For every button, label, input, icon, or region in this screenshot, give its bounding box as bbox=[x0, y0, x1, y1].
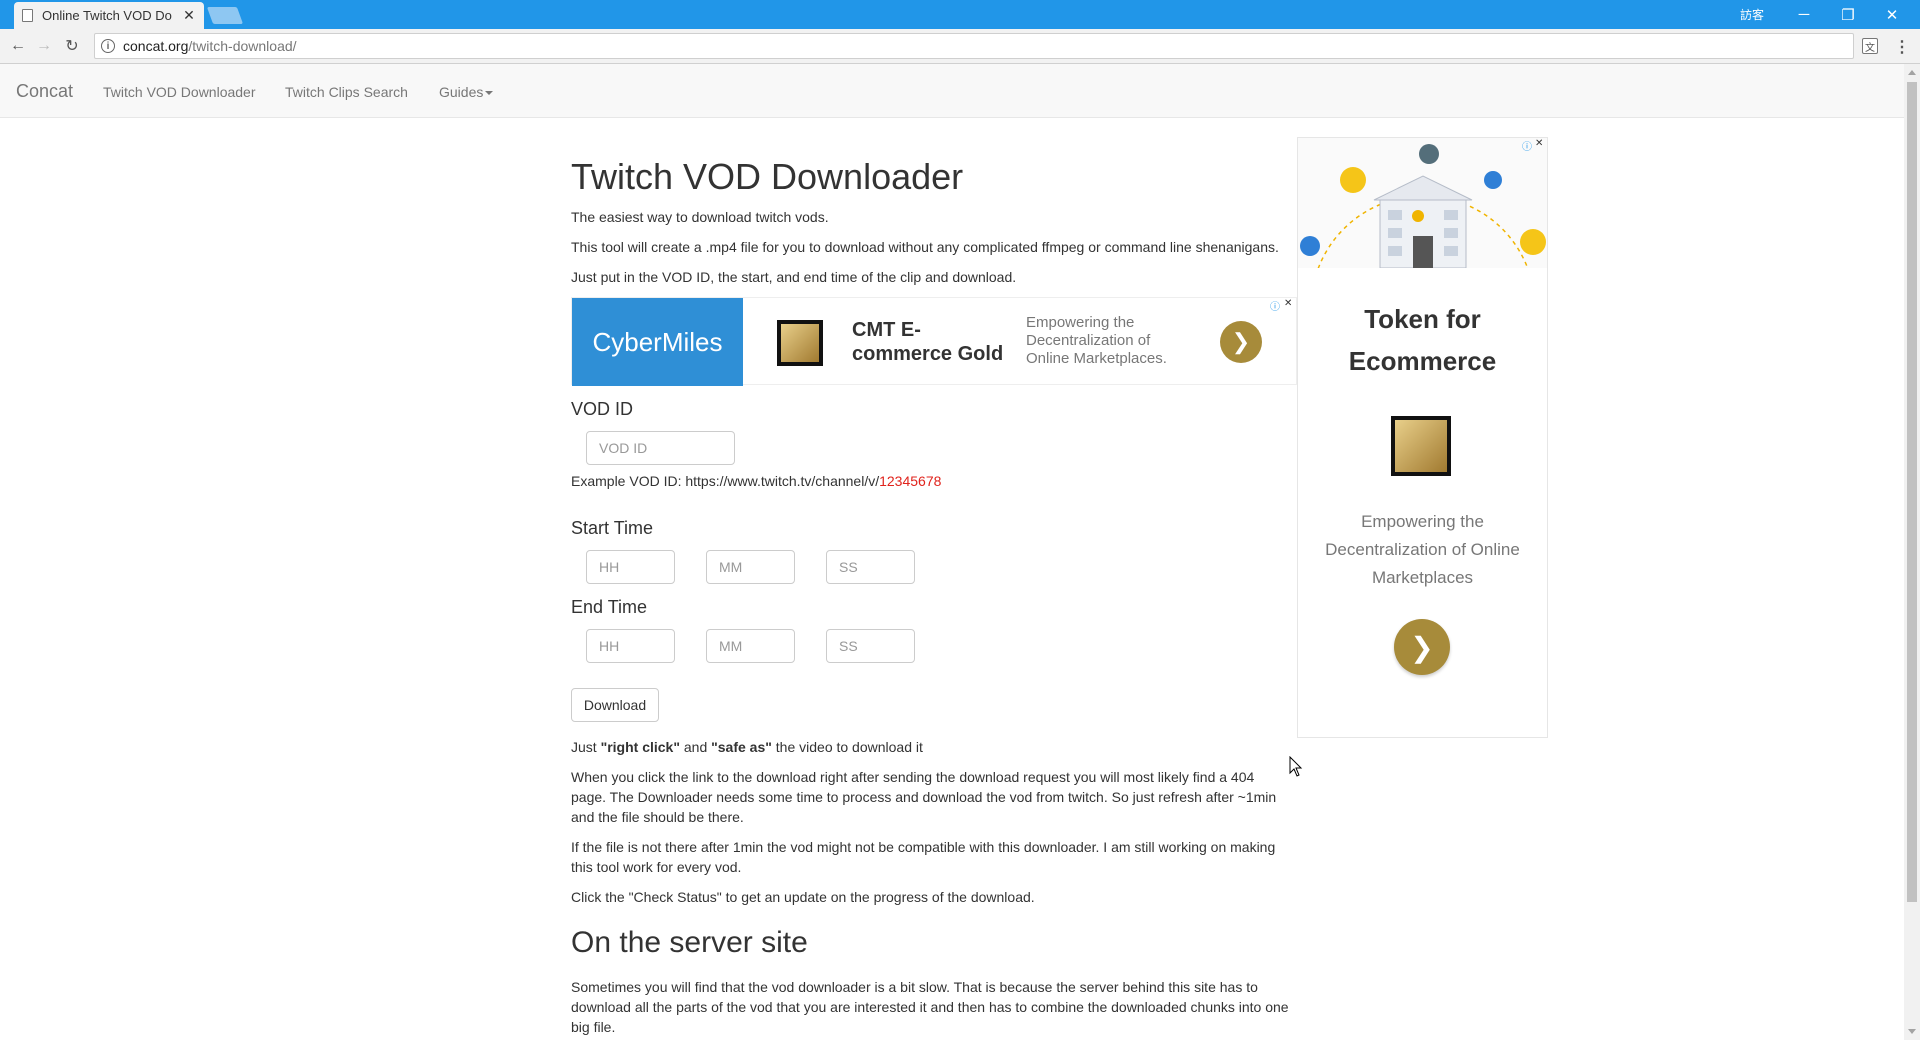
nav-guides[interactable]: Guides bbox=[439, 84, 494, 100]
info-icon[interactable]: i bbox=[101, 39, 115, 53]
back-icon[interactable]: ← bbox=[6, 34, 30, 58]
start-time-label: Start Time bbox=[571, 518, 654, 538]
download-button[interactable]: Download bbox=[571, 688, 659, 722]
example-id: 12345678 bbox=[879, 473, 942, 489]
gold-token-icon bbox=[777, 320, 823, 366]
menu-icon[interactable]: ⋮ bbox=[1894, 37, 1910, 57]
ad-description: Empowering the Decentralization of Onlin… bbox=[1026, 314, 1167, 367]
intro-text-1: The easiest way to download twitch vods. bbox=[571, 209, 829, 225]
close-ad-icon[interactable]: ✕ bbox=[1284, 298, 1292, 309]
info-paragraph-3: Click the "Check Status" to get an updat… bbox=[571, 889, 1035, 905]
end-mm-input[interactable]: MM bbox=[706, 629, 795, 663]
mouse-cursor-icon bbox=[1289, 756, 1303, 777]
scroll-down-icon[interactable] bbox=[1908, 1029, 1916, 1034]
translate-icon[interactable]: 文 bbox=[1862, 38, 1878, 54]
reload-icon[interactable]: ↻ bbox=[60, 34, 84, 58]
page-icon bbox=[22, 9, 33, 22]
site-brand[interactable]: Concat bbox=[16, 81, 73, 102]
adchoices-icon[interactable]: ⓘ bbox=[1270, 298, 1280, 313]
example-prefix: Example VOD ID: https://www.twitch.tv/ch… bbox=[571, 473, 880, 489]
info-paragraph-2: If the file is not there after 1min the … bbox=[571, 839, 1276, 875]
minimize-icon[interactable]: ─ bbox=[1782, 0, 1826, 29]
tip-rest: the video to download it bbox=[775, 739, 923, 755]
nav-vod-downloader[interactable]: Twitch VOD Downloader bbox=[103, 84, 256, 100]
end-ss-input[interactable]: SS bbox=[826, 629, 915, 663]
vod-id-label: VOD ID bbox=[571, 399, 634, 419]
side-ad-title[interactable]: Token for Ecommerce bbox=[1298, 298, 1547, 382]
start-ss-input[interactable]: SS bbox=[826, 550, 915, 584]
section-text: Sometimes you will find that the vod dow… bbox=[571, 979, 1289, 1035]
chevron-right-icon[interactable]: ❯ bbox=[1394, 619, 1450, 675]
start-mm-input[interactable]: MM bbox=[706, 550, 795, 584]
bank-building-icon bbox=[1300, 144, 1546, 268]
browser-tab[interactable]: Online Twitch VOD Do ✕ bbox=[14, 2, 204, 29]
nav-guides-label: Guides bbox=[439, 84, 484, 100]
vod-id-input[interactable]: VOD ID bbox=[586, 431, 735, 465]
tip-right-click: "right click" bbox=[600, 739, 680, 755]
new-tab-button[interactable] bbox=[206, 7, 244, 24]
gold-token-icon bbox=[1391, 416, 1451, 476]
example-vod-id: Example VOD ID: https://www.twitch.tv/ch… bbox=[571, 471, 1291, 491]
url-host: concat.org bbox=[123, 38, 189, 54]
page-title: Twitch VOD Downloader bbox=[571, 156, 964, 197]
close-tab-icon[interactable]: ✕ bbox=[182, 7, 196, 24]
ad-brand-logo: CyberMiles bbox=[572, 298, 743, 386]
tip-save-as: "safe as" bbox=[711, 739, 772, 755]
start-hh-input[interactable]: HH bbox=[586, 550, 675, 584]
banner-ad[interactable]: CyberMiles CMT E-commerce Gold Empowerin… bbox=[571, 297, 1297, 386]
scroll-thumb[interactable] bbox=[1907, 82, 1917, 902]
save-tip: Just "right click" and "safe as" the vid… bbox=[571, 737, 1291, 757]
end-time-label: End Time bbox=[571, 597, 648, 617]
chevron-right-icon[interactable]: ❯ bbox=[1220, 321, 1262, 363]
section-title: On the server site bbox=[571, 926, 808, 959]
close-ad-icon[interactable]: ✕ bbox=[1535, 138, 1543, 149]
restore-icon[interactable]: ❐ bbox=[1826, 0, 1870, 29]
side-ad-image bbox=[1298, 138, 1547, 268]
caret-down-icon bbox=[485, 91, 494, 96]
tip-just: Just bbox=[571, 739, 597, 755]
close-window-icon[interactable]: ✕ bbox=[1870, 0, 1914, 29]
page-scrollbar[interactable] bbox=[1904, 64, 1920, 1040]
intro-text-2: This tool will create a .mp4 file for yo… bbox=[571, 239, 1279, 255]
tab-title: Online Twitch VOD Do bbox=[42, 8, 172, 23]
user-profile-label[interactable]: 訪客 bbox=[1740, 0, 1764, 29]
browser-toolbar: ← → ↻ i concat.org/twitch-download/ 文 ⋮ bbox=[0, 29, 1920, 64]
end-hh-input[interactable]: HH bbox=[586, 629, 675, 663]
tip-and: and bbox=[683, 739, 708, 755]
url-path: /twitch-download/ bbox=[188, 38, 297, 54]
browser-titlebar: Online Twitch VOD Do ✕ 訪客 ─ ❐ ✕ bbox=[0, 0, 1920, 29]
info-paragraph-1: When you click the link to the download … bbox=[571, 769, 1277, 825]
side-ad-description: Empowering the Decentralization of Onlin… bbox=[1325, 512, 1520, 587]
adchoices-icon[interactable]: ⓘ bbox=[1522, 138, 1532, 153]
nav-clips-search[interactable]: Twitch Clips Search bbox=[285, 84, 408, 100]
forward-icon[interactable]: → bbox=[32, 34, 56, 58]
site-navbar: Concat Twitch VOD Downloader Twitch Clip… bbox=[0, 64, 1904, 118]
scroll-up-icon[interactable] bbox=[1908, 70, 1916, 75]
ad-headline[interactable]: CMT E-commerce Gold bbox=[852, 318, 1012, 366]
side-ad[interactable]: ⓘ ✕ Token for Ecommerce Empowering the D… bbox=[1297, 137, 1548, 738]
address-bar[interactable]: i concat.org/twitch-download/ bbox=[94, 33, 1854, 59]
intro-text-3: Just put in the VOD ID, the start, and e… bbox=[571, 269, 1017, 285]
